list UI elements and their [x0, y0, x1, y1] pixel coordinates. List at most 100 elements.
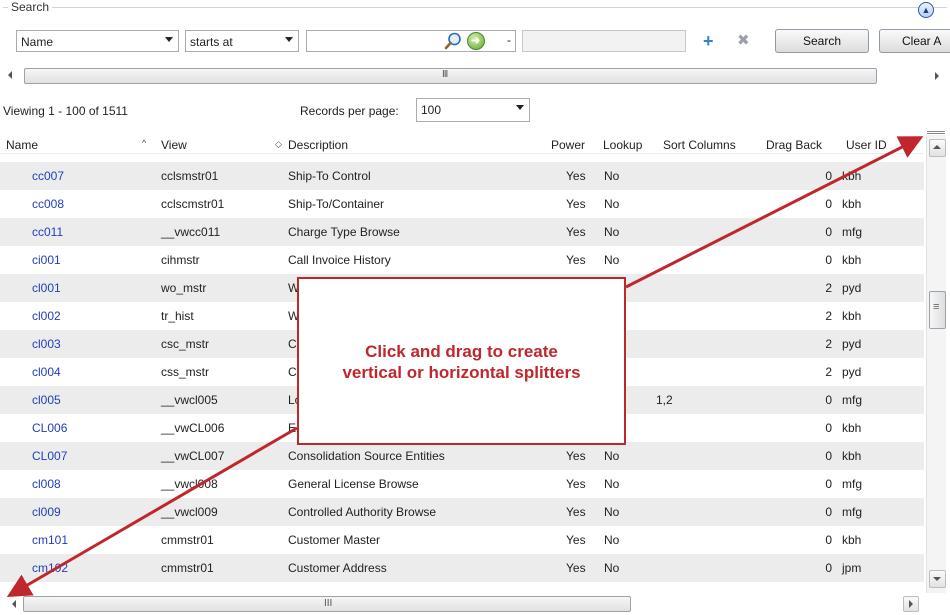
- callout-text: Click and drag to create vertical or hor…: [299, 341, 624, 383]
- column-header-user-id[interactable]: User ID: [846, 138, 887, 152]
- search-button[interactable]: Search: [775, 29, 869, 53]
- cell-name[interactable]: cl008: [32, 477, 61, 491]
- records-per-page-label: Records per page:: [300, 104, 399, 118]
- column-header-view[interactable]: View: [161, 138, 187, 152]
- cell-view: __vwcl008: [161, 477, 218, 491]
- table-row[interactable]: cc008 cclscmstr01 Ship-To/Container Yes No 0 k…: [0, 190, 924, 218]
- cell-lookup: No: [604, 449, 620, 463]
- cell-user-id: kbh: [842, 421, 862, 435]
- grid-header: Name ^ View ◇ Description Power Lookup S…: [0, 132, 924, 154]
- cell-view: __vwCL007: [161, 449, 225, 463]
- cell-lookup: No: [604, 253, 620, 267]
- go-icon[interactable]: ➜: [467, 32, 485, 50]
- table-row[interactable]: cm102 cmmstr01 Customer Address Yes No 0 jpm: [0, 554, 924, 582]
- remove-icon[interactable]: ✖: [737, 33, 750, 49]
- cell-description: General License Browse: [288, 477, 419, 491]
- column-header-drag-back[interactable]: Drag Back: [766, 138, 822, 152]
- cell-view: cmmstr01: [161, 533, 214, 547]
- cell-description: Call Invoice History: [288, 253, 391, 267]
- records-per-page-select[interactable]: 100: [416, 98, 530, 122]
- table-row[interactable]: cc007 cclsmstr01 Ship-To Control Yes No 0 kbh: [0, 162, 924, 190]
- table-row[interactable]: cc011 __vwcc011 Charge Type Browse Yes No 0 mf…: [0, 218, 924, 246]
- cell-drag-back: 0: [825, 449, 832, 463]
- cell-view: cclscmstr01: [161, 197, 225, 211]
- cell-user-id: mfg: [842, 393, 863, 407]
- sort-icon[interactable]: ◇: [275, 139, 282, 150]
- cell-name[interactable]: cc008: [32, 197, 64, 211]
- cell-name[interactable]: ci001: [32, 253, 61, 267]
- column-header-description[interactable]: Description: [288, 138, 348, 152]
- bottom-horizontal-scrollbar[interactable]: III: [3, 595, 925, 613]
- top-horizontal-scrollbar[interactable]: III: [3, 67, 947, 85]
- column-header-power[interactable]: Power: [551, 138, 585, 152]
- scroll-thumb[interactable]: III: [24, 68, 877, 84]
- cell-name[interactable]: cm101: [32, 533, 68, 547]
- cell-drag-back: 0: [825, 253, 832, 267]
- cell-lookup: No: [604, 505, 620, 519]
- sort-ascending-icon[interactable]: ^: [142, 138, 146, 148]
- table-row[interactable]: cl009 __vwcl009 Controlled Authority Brows…: [0, 498, 924, 526]
- cell-drag-back: 2: [825, 337, 832, 351]
- cell-name[interactable]: cl004: [32, 365, 61, 379]
- add-icon[interactable]: +: [703, 32, 714, 50]
- scroll-thumb[interactable]: [929, 291, 946, 329]
- cell-power: Yes: [566, 533, 586, 547]
- cell-description: Ship-To/Container: [288, 197, 385, 211]
- cell-view: cclsmstr01: [161, 169, 219, 183]
- cell-drag-back: 2: [825, 365, 832, 379]
- cell-name[interactable]: cc007: [32, 169, 64, 183]
- cell-view: tr_hist: [161, 309, 194, 323]
- cell-name[interactable]: CL006: [32, 421, 67, 435]
- cell-drag-back: 0: [825, 533, 832, 547]
- scroll-down-icon[interactable]: [929, 570, 946, 588]
- cell-view: css_mstr: [161, 365, 209, 379]
- column-header-lookup[interactable]: Lookup: [603, 138, 642, 152]
- table-row[interactable]: CL007 __vwCL007 Consolidation Source Entit…: [0, 442, 924, 470]
- scroll-right-icon[interactable]: [935, 72, 939, 80]
- cell-name[interactable]: cl009: [32, 505, 61, 519]
- search-field-select[interactable]: Name: [16, 30, 179, 52]
- cell-view: csc_mstr: [161, 337, 209, 351]
- clear-all-button[interactable]: Clear A: [879, 29, 950, 53]
- scroll-up-icon[interactable]: [929, 139, 946, 157]
- cell-lookup: No: [604, 225, 620, 239]
- grip-icon: III: [442, 69, 448, 80]
- cell-name[interactable]: CL007: [32, 449, 67, 463]
- cell-description: Ship-To Control: [288, 169, 371, 183]
- splitter-handle[interactable]: [927, 131, 945, 134]
- cell-name[interactable]: cl002: [32, 309, 61, 323]
- table-row[interactable]: cl008 __vwcl008 General License Browse Yes N…: [0, 470, 924, 498]
- table-row[interactable]: ci001 cihmstr Call Invoice History Yes No 0 kb…: [0, 246, 924, 274]
- column-header-name[interactable]: Name: [6, 138, 38, 152]
- collapse-icon[interactable]: ▲: [918, 2, 934, 18]
- vertical-scrollbar[interactable]: [926, 135, 946, 593]
- cell-view: __vwcl005: [161, 393, 218, 407]
- scroll-right-icon[interactable]: [903, 596, 919, 612]
- cell-user-id: pyd: [842, 365, 862, 379]
- lookup-icon[interactable]: [444, 32, 462, 50]
- cell-name[interactable]: cl005: [32, 393, 61, 407]
- cell-power: Yes: [566, 449, 586, 463]
- table-row[interactable]: cm101 cmmstr01 Customer Master Yes No 0 kbh: [0, 526, 924, 554]
- cell-power: Yes: [566, 253, 586, 267]
- cell-name[interactable]: cl003: [32, 337, 61, 351]
- cell-power: Yes: [566, 169, 586, 183]
- search-legend: Search: [8, 0, 53, 14]
- cell-drag-back: 0: [825, 393, 832, 407]
- search-operator-select[interactable]: starts at: [185, 30, 299, 52]
- scroll-thumb[interactable]: III: [23, 596, 631, 612]
- scroll-left-icon[interactable]: [8, 71, 12, 79]
- cell-name[interactable]: cm102: [32, 561, 68, 575]
- scroll-left-icon[interactable]: [12, 600, 16, 608]
- cell-name[interactable]: cc011: [32, 225, 63, 239]
- search-value2-input[interactable]: [522, 30, 686, 52]
- cell-view: __vwcc011: [161, 225, 221, 239]
- cell-name[interactable]: cl001: [32, 281, 61, 295]
- dropdown-arrow-icon: [165, 37, 173, 42]
- cell-view: cihmstr: [161, 253, 200, 267]
- cell-drag-back: 0: [825, 561, 832, 575]
- column-header-sort-columns[interactable]: Sort Columns: [663, 138, 736, 152]
- cell-user-id: kbh: [842, 309, 862, 323]
- cell-description: E: [288, 421, 297, 435]
- cell-drag-back: 0: [825, 505, 832, 519]
